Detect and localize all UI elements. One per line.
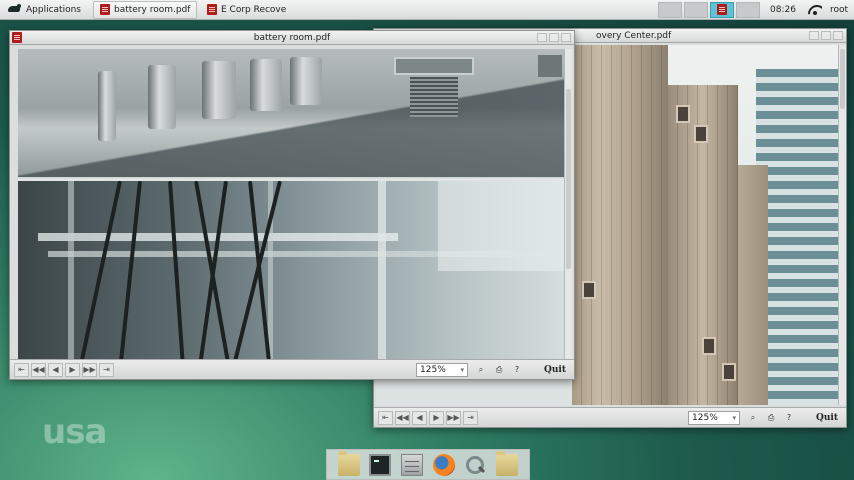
rewind-icon[interactable]: ◀◀ [395,410,410,425]
zoom-value: 125% [692,412,718,423]
prev-icon[interactable]: ◀ [48,362,63,377]
help-icon[interactable]: ? [782,411,796,425]
file-cabinet-icon[interactable] [401,453,424,476]
quit-button[interactable]: Quit [540,365,570,375]
terminal-icon[interactable] [369,453,392,476]
zoom-value: 125% [420,364,446,375]
taskbar-item-battery-room[interactable]: battery room.pdf [92,0,197,19]
wifi-icon[interactable] [808,5,822,15]
system-tray: 08:26 root [658,0,854,20]
zoom-select[interactable]: 125% ▾ [416,362,469,377]
document-image-tower [572,45,668,405]
document-image-turnstiles [18,49,564,181]
pdf-toolbar: ⇤ ◀◀ ◀ ▶ ▶▶ ⇥ 125% ▾ ⌕ ⎙ ? Quit [374,407,846,427]
user-menu[interactable]: root [830,5,848,15]
window-controls [537,33,571,42]
document-image-glass-building [756,69,838,405]
find-icon[interactable]: ⌕ [746,411,760,425]
chevron-down-icon: ▾ [732,413,737,422]
zoom-select[interactable]: 125% ▾ [688,410,741,425]
maximize-button[interactable] [549,33,559,42]
document-image-battery-room [18,180,564,359]
window-controls [809,31,843,40]
folder-icon[interactable] [337,450,360,476]
workspace-2[interactable] [684,1,709,18]
firefox-icon[interactable] [432,453,455,476]
pdf-window-battery-room: battery room.pdf ⇤ ◀◀ ◀ ▶ ▶▶ ⇥ 125% ▾ ⌕ … [9,30,575,380]
close-button[interactable] [833,31,843,40]
window-title: overy Center.pdf [596,31,672,41]
skip-forward-icon[interactable]: ⇥ [463,410,478,425]
scrollbar-thumb[interactable] [566,89,571,269]
chevron-down-icon: ▾ [460,365,465,374]
scrollbar-thumb[interactable] [840,49,845,109]
fast-forward-icon[interactable]: ▶▶ [82,362,97,377]
minimize-button[interactable] [809,31,819,40]
workspace-1[interactable] [658,1,683,18]
network-logo-watermark: usa [42,412,107,452]
help-icon[interactable]: ? [510,363,524,377]
folder-icon[interactable] [496,450,519,476]
next-icon[interactable]: ▶ [429,410,444,425]
quit-button[interactable]: Quit [812,413,842,423]
print-icon[interactable]: ⎙ [492,363,506,377]
next-icon[interactable]: ▶ [65,362,80,377]
vertical-scrollbar[interactable] [564,49,572,359]
rewind-icon[interactable]: ◀◀ [31,362,46,377]
skip-back-icon[interactable]: ⇤ [378,410,393,425]
clock[interactable]: 08:26 [770,5,796,15]
close-button[interactable] [561,33,571,42]
print-icon[interactable]: ⎙ [764,411,778,425]
pdf-icon [206,4,217,15]
pdf-icon [717,4,728,15]
workspace-4[interactable] [736,1,761,18]
fast-forward-icon[interactable]: ▶▶ [446,410,461,425]
document-image-tower-far [738,165,768,405]
workspace-3-active[interactable] [710,1,735,18]
pdf-icon [12,32,22,43]
applications-menu[interactable]: Applications [0,0,89,20]
window-title: battery room.pdf [253,33,331,43]
window-titlebar[interactable]: battery room.pdf [10,31,574,45]
vertical-scrollbar[interactable] [838,45,846,405]
dock [326,449,530,480]
applications-menu-icon [8,4,21,15]
prev-icon[interactable]: ◀ [412,410,427,425]
applications-label: Applications [26,4,81,15]
taskbar-item-ecorp-recovery[interactable]: E Corp Recovery... [201,1,287,19]
find-icon[interactable]: ⌕ [474,363,488,377]
taskbar-item-label: battery room.pdf [113,4,191,15]
skip-forward-icon[interactable]: ⇥ [99,362,114,377]
pdf-toolbar: ⇤ ◀◀ ◀ ▶ ▶▶ ⇥ 125% ▾ ⌕ ⎙ ? Quit [10,359,574,379]
pdf-icon [99,4,110,15]
minimize-button[interactable] [537,33,547,42]
skip-back-icon[interactable]: ⇤ [14,362,29,377]
top-panel: Applications battery room.pdf E Corp Rec… [0,0,854,20]
maximize-button[interactable] [821,31,831,40]
search-icon[interactable] [464,454,486,476]
pdf-viewer[interactable] [18,49,564,359]
taskbar-item-label: E Corp Recovery... [220,4,287,15]
